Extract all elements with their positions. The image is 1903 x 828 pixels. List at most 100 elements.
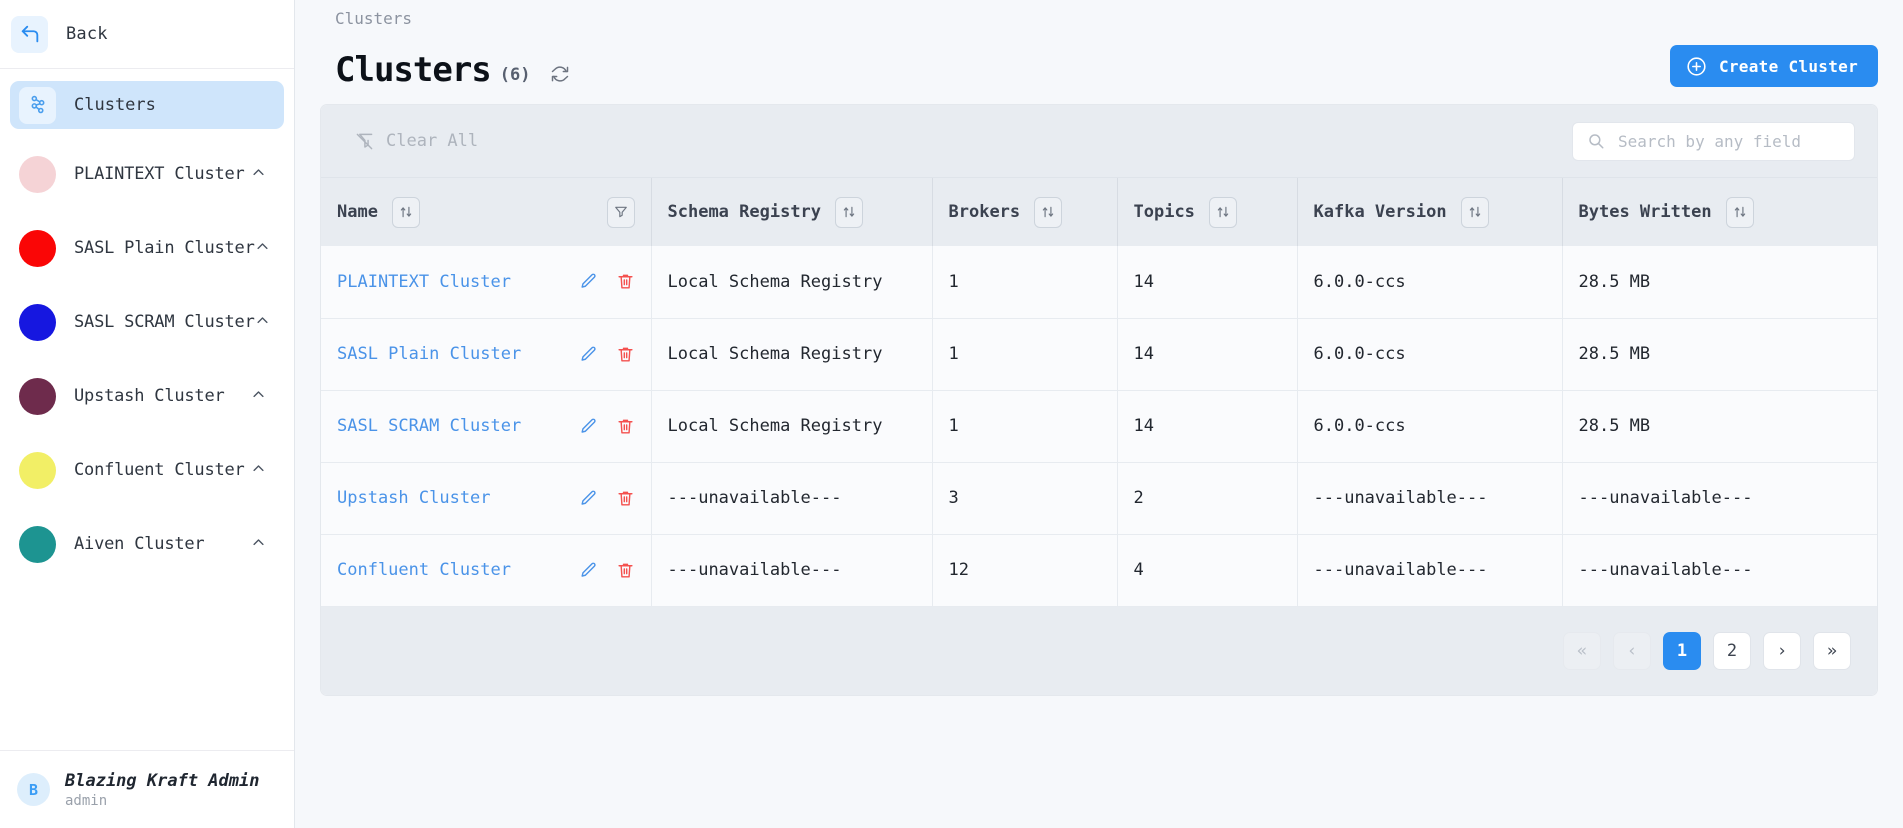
pagination-page-2[interactable]: 2 [1713,632,1751,670]
column-header-topics: Topics [1117,178,1297,246]
user-role: admin [65,793,259,809]
edit-icon[interactable] [579,417,598,436]
cluster-name-link[interactable]: PLAINTEXT Cluster [337,272,511,292]
cluster-name-link[interactable]: SASL Plain Cluster [337,344,521,364]
sidebar: Back Clusters PLAINTEXT Cluster SASL Plai… [0,0,295,828]
pagination-page-1[interactable]: 1 [1663,632,1701,670]
cell-bytes-written: 28.5 MB [1562,318,1877,390]
cell-topics: 14 [1117,390,1297,462]
pagination-next[interactable]: › [1763,632,1801,670]
cell-brokers: 1 [932,246,1117,318]
cell-brokers: 1 [932,390,1117,462]
cell-bytes-written: 28.5 MB [1562,246,1877,318]
row-actions [579,489,635,508]
refresh-icon[interactable] [550,64,570,84]
cluster-color-dot [19,378,56,415]
sort-icon[interactable] [1209,197,1237,228]
chevron-up-icon[interactable] [251,165,266,183]
sidebar-nav: Clusters PLAINTEXT Cluster SASL Plain Clu… [0,69,294,750]
cell-kafka-version: ---unavailable--- [1297,534,1562,606]
delete-icon[interactable] [616,272,635,291]
user-profile[interactable]: B Blazing Kraft Admin admin [0,750,294,828]
sidebar-cluster-item[interactable]: Aiven Cluster [10,507,284,581]
cell-name: SASL Plain Cluster [321,318,651,390]
cluster-name-link[interactable]: Upstash Cluster [337,488,491,508]
sidebar-cluster-item[interactable]: Upstash Cluster [10,359,284,433]
pagination-last[interactable]: » [1813,632,1851,670]
cluster-name-link[interactable]: SASL SCRAM Cluster [337,416,521,436]
edit-icon[interactable] [579,272,598,291]
edit-icon[interactable] [579,489,598,508]
create-cluster-button[interactable]: Create Cluster [1670,45,1878,87]
chevron-up-icon[interactable] [255,239,270,257]
sort-icon[interactable] [835,197,863,228]
table-row[interactable]: SASL SCRAM ClusterLocal Schema Registry1… [321,390,1877,462]
delete-icon[interactable] [616,345,635,364]
sort-icon[interactable] [1461,197,1489,228]
edit-icon[interactable] [579,345,598,364]
chevron-up-icon[interactable] [251,387,266,405]
search-box[interactable] [1572,122,1855,161]
filter-icon[interactable] [607,197,635,228]
sidebar-cluster-item[interactable]: PLAINTEXT Cluster [10,137,284,211]
cluster-name-link[interactable]: Confluent Cluster [337,560,511,580]
breadcrumb: Clusters [320,0,1878,28]
delete-icon[interactable] [616,417,635,436]
cell-schema-registry: ---unavailable--- [651,462,932,534]
sidebar-cluster-item[interactable]: SASL SCRAM Cluster [10,285,284,359]
sort-icon[interactable] [392,197,420,228]
cell-schema-registry: Local Schema Registry [651,318,932,390]
pagination-prev[interactable]: ‹ [1613,632,1651,670]
cell-brokers: 12 [932,534,1117,606]
delete-icon[interactable] [616,561,635,580]
page-header: Clusters (6) Create Cluster [320,28,1878,90]
delete-icon[interactable] [616,489,635,508]
cell-kafka-version: 6.0.0-ccs [1297,390,1562,462]
cluster-color-dot [19,526,56,563]
clear-all-button[interactable]: Clear All [355,131,478,151]
sidebar-cluster-item[interactable]: SASL Plain Cluster [10,211,284,285]
user-info: Blazing Kraft Admin admin [65,771,259,809]
cell-topics: 4 [1117,534,1297,606]
sidebar-cluster-label: Aiven Cluster [74,534,251,554]
main-content: Clusters Clusters (6) Cre [295,0,1903,828]
pagination: « ‹ 12 › » [321,607,1877,695]
cell-kafka-version: ---unavailable--- [1297,462,1562,534]
clear-all-label: Clear All [386,131,478,151]
sort-icon[interactable] [1726,197,1754,228]
sidebar-cluster-item[interactable]: Confluent Cluster [10,433,284,507]
sort-icon[interactable] [1034,197,1062,228]
cell-topics: 2 [1117,462,1297,534]
sidebar-cluster-label: Upstash Cluster [74,386,251,406]
column-header-label: Name [337,202,378,222]
cluster-color-dot [19,230,56,267]
search-input[interactable] [1618,132,1840,151]
column-header-kafka-version: Kafka Version [1297,178,1562,246]
table-row[interactable]: Confluent Cluster---unavailable---124---… [321,534,1877,606]
table-body: PLAINTEXT ClusterLocal Schema Registry11… [321,246,1877,606]
row-actions [579,272,635,291]
column-header-schema-registry: Schema Registry [651,178,932,246]
back-button[interactable]: Back [0,0,294,69]
pagination-first[interactable]: « [1563,632,1601,670]
app-root: Back Clusters PLAINTEXT Cluster SASL Plai… [0,0,1903,828]
chevron-up-icon[interactable] [255,313,270,331]
table-row[interactable]: PLAINTEXT ClusterLocal Schema Registry11… [321,246,1877,318]
cluster-count: (6) [500,65,531,85]
sidebar-item-clusters[interactable]: Clusters [10,81,284,129]
sidebar-cluster-label: PLAINTEXT Cluster [74,164,251,184]
cell-schema-registry: Local Schema Registry [651,390,932,462]
chevron-up-icon[interactable] [251,461,266,479]
sidebar-cluster-label: SASL SCRAM Cluster [74,312,255,332]
edit-icon[interactable] [579,561,598,580]
sidebar-item-clusters-label: Clusters [74,95,156,115]
page-title: Clusters [335,50,491,90]
table-head: NameSchema RegistryBrokersTopicsKafka Ve… [321,178,1877,246]
column-header-label: Topics [1134,202,1195,222]
table-row[interactable]: Upstash Cluster---unavailable---32---una… [321,462,1877,534]
back-arrow-icon [11,16,48,53]
table-row[interactable]: SASL Plain ClusterLocal Schema Registry1… [321,318,1877,390]
cell-schema-registry: Local Schema Registry [651,246,932,318]
chevron-up-icon[interactable] [251,535,266,553]
clusters-table: NameSchema RegistryBrokersTopicsKafka Ve… [321,178,1877,607]
